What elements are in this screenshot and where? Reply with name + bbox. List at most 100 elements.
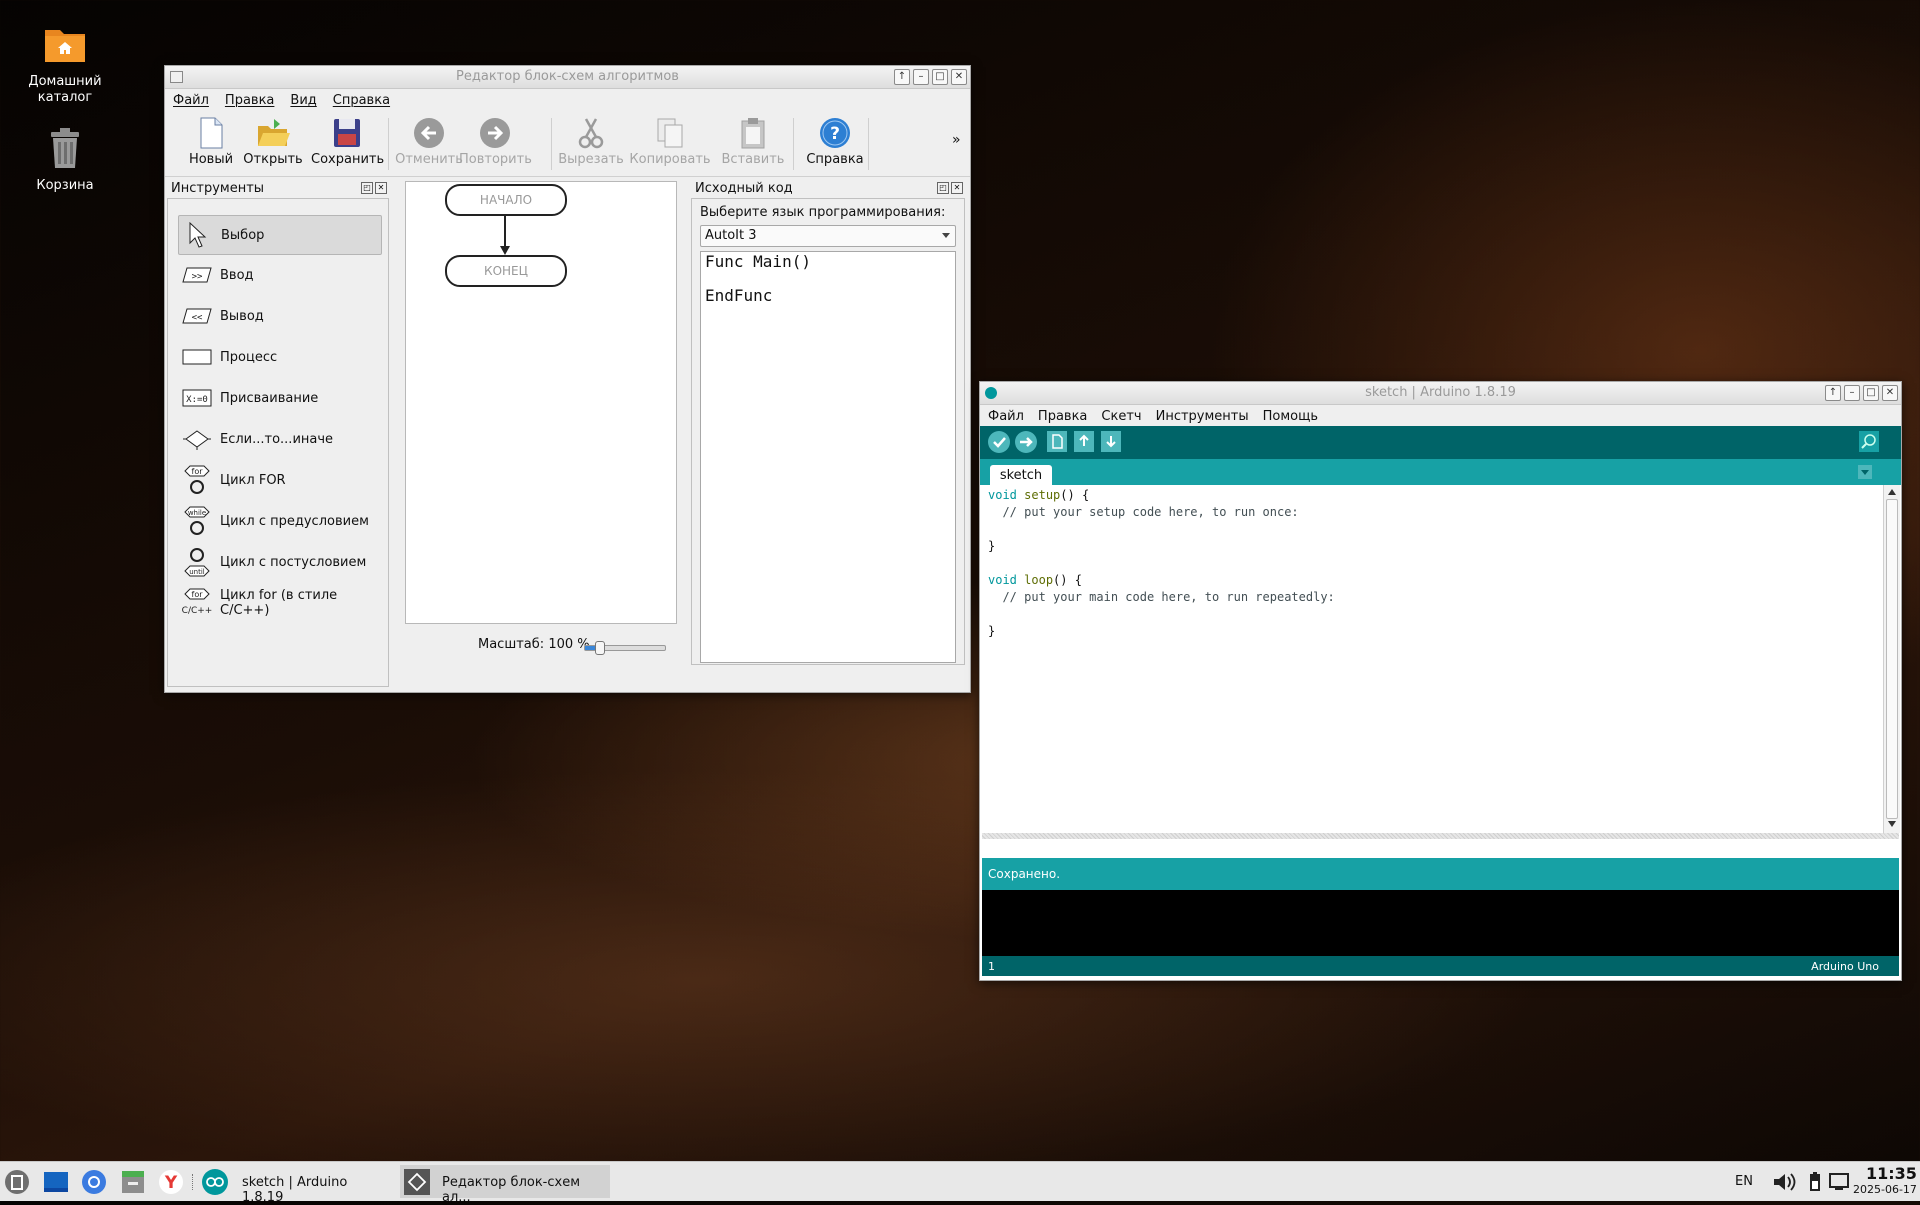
assignment-icon: X:=0 [182,385,212,411]
process-rectangle-icon [182,344,212,370]
flowchart-app-icon [404,1169,430,1195]
cut-button[interactable]: Вырезать [555,112,627,167]
maximize-button[interactable]: □ [932,69,948,85]
chromium-browser-icon[interactable] [81,1169,107,1195]
keep-above-button[interactable]: ↑ [1825,385,1841,401]
yandex-browser-icon[interactable]: Y [158,1169,184,1195]
desktop-icon-trash[interactable]: Корзина [10,124,120,194]
zoom-slider-thumb[interactable] [595,641,605,655]
scroll-thumb[interactable] [1886,499,1898,819]
tool-label: Если...то...иначе [220,431,334,447]
tool-icon-text2: C/C++ [182,606,212,616]
file-manager-icon[interactable] [120,1169,146,1195]
serial-monitor-button[interactable] [1859,431,1879,452]
start-menu-icon[interactable] [4,1169,30,1195]
tool-select[interactable]: Выбор [178,215,382,255]
tool-while-loop[interactable]: while Цикл с предусловием [178,502,380,540]
flowchart-canvas[interactable]: НАЧАЛО КОНЕЦ [405,181,677,624]
taskbar-separator [192,1174,195,1190]
help-button[interactable]: ? Справка [799,112,871,167]
source-panel: Исходный код ◰ ✕ Выберите язык программи… [691,178,965,686]
tool-label: Цикл for (в стиле C/C++) [220,588,338,618]
open-sketch-button[interactable] [1074,431,1094,452]
menu-view[interactable]: Вид [290,93,316,108]
tool-assignment[interactable]: X:=0 Присваивание [178,379,380,417]
scroll-up-icon[interactable] [1888,489,1896,495]
keep-above-button[interactable]: ↑ [894,69,910,85]
tabs-menu-button[interactable] [1858,465,1872,479]
task-flowchart[interactable]: Редактор блок-схем ал... [400,1165,610,1205]
arduino-toolbar [980,426,1901,459]
tool-until-loop[interactable]: until Цикл с постусловием [178,543,380,581]
tool-label: Процесс [220,349,278,365]
start-block[interactable]: НАЧАЛО [445,184,567,216]
menu-help[interactable]: Справка [333,93,390,108]
minimize-button[interactable]: – [913,69,929,85]
upload-button[interactable] [1015,431,1037,453]
end-block[interactable]: КОНЕЦ [445,255,567,287]
board-name: Arduino Uno [1811,960,1879,973]
tool-for-loop[interactable]: for Цикл FOR [178,461,380,499]
menu-tools[interactable]: Инструменты [1156,409,1249,424]
menu-sketch[interactable]: Скетч [1101,409,1141,424]
tool-output[interactable]: << Вывод [178,297,380,335]
verify-button[interactable] [988,431,1010,453]
tool-input[interactable]: >> Ввод [178,256,380,294]
close-button[interactable]: ✕ [951,69,967,85]
undock-button[interactable]: ◰ [937,182,949,194]
zoom-slider[interactable] [584,641,666,655]
toolbar-overflow-button[interactable]: » [952,132,961,148]
tool-process[interactable]: Процесс [178,338,380,376]
menu-file[interactable]: Файл [988,409,1024,424]
console-output[interactable] [982,890,1899,956]
battery-icon[interactable] [1809,1172,1821,1196]
open-button[interactable]: Открыть [237,112,309,167]
tools-panel-title: Инструменты [171,181,265,196]
svg-text:?: ? [830,124,840,144]
titlebar[interactable]: sketch | Arduino 1.8.19 ↑ – □ ✕ [980,382,1901,405]
task-label: Редактор блок-схем ал... [442,1175,581,1205]
paste-button[interactable]: Вставить [717,112,789,167]
keyboard-layout-indicator[interactable]: EN [1735,1174,1753,1189]
tool-label: Вывод [220,308,264,324]
desktop-icon-home[interactable]: Домашний каталог [10,20,120,106]
menu-edit[interactable]: Правка [1038,409,1087,424]
language-select[interactable]: AutoIt 3 [700,225,956,247]
new-sketch-button[interactable] [1047,431,1067,452]
titlebar[interactable]: Редактор блок-схем алгоритмов ↑ – □ ✕ [165,66,970,89]
undock-button[interactable]: ◰ [361,182,373,194]
open-label: Открыть [243,152,303,167]
save-button[interactable]: Сохранить [311,112,384,167]
copy-button[interactable]: Копировать [629,112,711,167]
volume-icon[interactable] [1772,1171,1796,1197]
minimize-button[interactable]: – [1844,385,1860,401]
tool-label: Цикл с предусловием [220,513,369,529]
source-panel-title: Исходный код [695,181,793,196]
tool-c-for-loop[interactable]: for C/C++ Цикл for (в стиле C/C++) [178,584,380,622]
menu-help[interactable]: Помощь [1263,409,1318,424]
source-code-view[interactable]: Func Main() EndFunc [700,251,956,663]
tab-sketch[interactable]: sketch [990,465,1052,485]
display-icon[interactable] [1829,1173,1849,1195]
clock-date[interactable]: 2025-06-17 [1853,1183,1917,1196]
panel-close-button[interactable]: ✕ [375,182,387,194]
console-splitter[interactable] [982,833,1899,839]
show-desktop-icon[interactable] [43,1169,69,1195]
save-sketch-button[interactable] [1101,431,1121,452]
panel-close-button[interactable]: ✕ [951,182,963,194]
menu-edit[interactable]: Правка [225,93,274,108]
scroll-down-icon[interactable] [1888,821,1896,827]
tool-if-then-else[interactable]: Если...то...иначе [178,420,380,458]
maximize-button[interactable]: □ [1863,385,1879,401]
redo-button[interactable]: Повторить [459,112,532,167]
menubar: Файл Правка Вид Справка [165,89,970,111]
close-button[interactable]: ✕ [1882,385,1898,401]
taskbar: Y sketch | Arduino 1.8.19 Редактор блок-… [0,1161,1920,1205]
input-parallelogram-icon: >> [182,262,212,288]
code-editor[interactable]: void setup() { // put your setup code he… [982,485,1883,833]
editor-scrollbar[interactable] [1883,485,1900,833]
undo-button[interactable]: Отменить [393,112,465,167]
menu-file[interactable]: Файл [173,93,209,108]
task-arduino[interactable]: sketch | Arduino 1.8.19 [200,1165,390,1205]
clock-time[interactable]: 11:35 [1866,1164,1917,1183]
